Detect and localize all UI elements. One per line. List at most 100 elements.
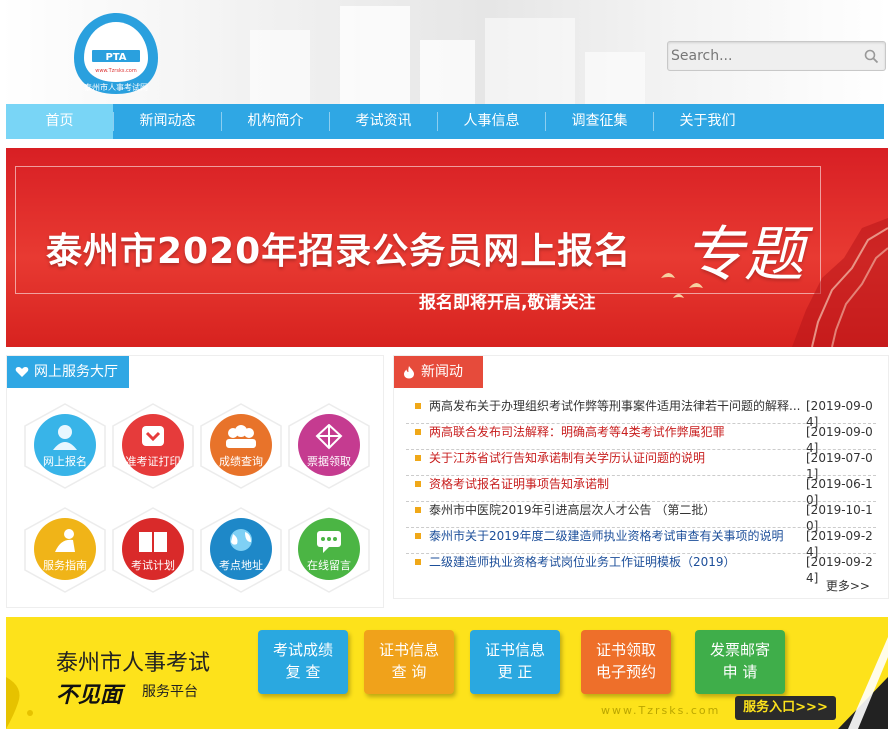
- service-receipt-pickup[interactable]: 票据领取: [287, 398, 371, 494]
- services-heading: 网上服务大厅: [34, 364, 118, 380]
- button-line: 证书信息: [378, 641, 439, 659]
- news-more-link[interactable]: 更多>>: [826, 577, 870, 594]
- news-item[interactable]: 资格考试报名证明事项告知承诺制 [2019-06-10]: [406, 476, 876, 507]
- news-title[interactable]: 关于江苏省试行告知承诺制有关学历认证问题的说明: [429, 450, 803, 466]
- button-line: 电子预约: [595, 663, 656, 681]
- button-line: 查 询: [391, 663, 427, 681]
- news-date: [2019-09-04]: [806, 399, 873, 429]
- services-heading-tab: 网上服务大厅: [7, 356, 129, 388]
- hero-banner[interactable]: 泰州市2020年招录公务员网上报名 专题 报名即将开启,敬请关注: [6, 148, 888, 347]
- service-online-registration[interactable]: 网上报名: [23, 398, 107, 494]
- group-icon: [226, 425, 256, 448]
- nav-item-personnel-info[interactable]: 人事信息: [438, 104, 545, 139]
- search-box: [667, 41, 886, 71]
- nav-item-about-us[interactable]: 关于我们: [654, 104, 761, 139]
- banner-title: 泰州市2020年招录公务员网上报名: [46, 231, 632, 272]
- service-score-query[interactable]: 成绩查询: [199, 398, 283, 494]
- news-title[interactable]: 资格考试报名证明事项告知承诺制: [429, 476, 803, 492]
- service-label: 网上报名: [43, 455, 87, 468]
- service-label: 考试计划: [131, 559, 175, 572]
- button-line: 发票邮寄: [709, 641, 770, 659]
- service-label: 在线留言: [307, 559, 351, 572]
- news-date: [2019-07-01]: [806, 451, 873, 481]
- button-line: 更 正: [497, 663, 533, 681]
- invoice-mail-request-button[interactable]: 发票邮寄 申 请: [695, 630, 785, 694]
- site-logo[interactable]: PTA www.Tzrsks.com 泰州市人事考试网: [70, 10, 162, 98]
- news-item[interactable]: 关于江苏省试行告知承诺制有关学历认证问题的说明 [2019-07-01]: [406, 450, 876, 481]
- news-item[interactable]: 二级建造师执业资格考试岗位业务工作证明模板（2019） [2019-09-24]: [406, 554, 876, 585]
- user-icon: [53, 425, 77, 450]
- button-line: 复 查: [285, 663, 321, 681]
- globe-icon: [230, 529, 252, 551]
- nav-item-about-org[interactable]: 机构简介: [222, 104, 329, 139]
- bullet-icon: [415, 429, 421, 435]
- news-list: 两高发布关于办理组织考试作弊等刑事案件适用法律若干问题的解释... [2019-…: [406, 398, 876, 585]
- service-label: 票据领取: [307, 455, 351, 468]
- heart-icon: [15, 367, 29, 377]
- promo-title: 泰州市人事考试: [56, 651, 211, 676]
- news-item[interactable]: 两高发布关于办理组织考试作弊等刑事案件适用法律若干问题的解释... [2019-…: [406, 398, 876, 429]
- nav-item-home[interactable]: 首页: [6, 104, 113, 139]
- online-services-panel: 网上服务大厅 网上报名 准考证打印 成绩查询 票据领取 服务指南 考试计划 考点…: [6, 355, 384, 608]
- button-line: 证书信息: [484, 641, 545, 659]
- news-date: [2019-06-10]: [806, 477, 873, 507]
- news-item[interactable]: 两高联合发布司法解释：明确高考等4类考试作弊属犯罪 [2019-09-04]: [406, 424, 876, 455]
- background-building: [420, 40, 475, 104]
- bullet-icon: [415, 507, 421, 513]
- service-guide[interactable]: 服务指南: [23, 502, 107, 598]
- nav-item-news[interactable]: 新闻动态: [114, 104, 221, 139]
- logo-name: 泰州市人事考试网: [84, 82, 148, 92]
- service-label: 考点地址: [219, 559, 263, 572]
- news-title[interactable]: 泰州市中医院2019年引进高层次人才公告 （第二批）: [429, 502, 803, 518]
- book-icon: [139, 532, 167, 552]
- service-exam-plan[interactable]: 考试计划: [111, 502, 195, 598]
- news-heading-tab: 新闻动态: [394, 356, 483, 412]
- news-item[interactable]: 泰州市中医院2019年引进高层次人才公告 （第二批） [2019-10-10]: [406, 502, 876, 533]
- corner-decoration: [838, 637, 888, 729]
- chat-bubble-icon: [317, 531, 341, 553]
- logo-url: www.Tzrsks.com: [95, 68, 137, 74]
- background-building: [485, 18, 575, 104]
- promo-subtitle: 服务平台: [142, 684, 198, 700]
- flame-icon: [404, 366, 414, 379]
- network-icon: [315, 424, 343, 450]
- search-input[interactable]: [668, 42, 853, 70]
- bullet-icon: [415, 455, 421, 461]
- certificate-pickup-booking-button[interactable]: 证书领取 电子预约: [581, 630, 671, 694]
- bullet-icon: [415, 559, 421, 565]
- paint-splash-decoration: [6, 677, 33, 729]
- bullet-icon: [415, 403, 421, 409]
- score-review-button[interactable]: 考试成绩 复 查: [258, 630, 348, 694]
- banner-subtitle: 报名即将开启,敬请关注: [419, 293, 596, 313]
- news-title[interactable]: 泰州市关于2019年度二级建造师执业资格考试审查有关事项的说明: [429, 528, 803, 544]
- doves-illustration: [661, 273, 703, 298]
- bullet-icon: [415, 533, 421, 539]
- nav-item-survey[interactable]: 调查征集: [546, 104, 653, 139]
- service-label: 成绩查询: [219, 455, 263, 468]
- news-panel: 新闻动态 两高发布关于办理组织考试作弊等刑事案件适用法律若干问题的解释... […: [393, 355, 889, 599]
- news-date: [2019-10-10]: [806, 503, 873, 533]
- service-label: 服务指南: [43, 559, 87, 572]
- great-wall-illustration: [792, 218, 888, 347]
- logo-text: PTA: [105, 52, 126, 63]
- background-building: [340, 6, 410, 104]
- news-item[interactable]: 泰州市关于2019年度二级建造师执业资格考试审查有关事项的说明 [2019-09…: [406, 528, 876, 559]
- news-title[interactable]: 两高联合发布司法解释：明确高考等4类考试作弊属犯罪: [429, 424, 803, 440]
- news-title[interactable]: 二级建造师执业资格考试岗位业务工作证明模板（2019）: [429, 554, 803, 570]
- promo-emphasis: 不见面: [56, 682, 123, 708]
- promo-url: www.Tzrsks.com: [601, 704, 721, 717]
- service-admission-ticket-print[interactable]: 准考证打印: [111, 398, 195, 494]
- nav-item-exam-info[interactable]: 考试资讯: [330, 104, 437, 139]
- main-nav: 首页 新闻动态 机构简介 考试资讯 人事信息 调查征集 关于我们: [6, 104, 884, 139]
- bullet-icon: [415, 481, 421, 487]
- service-online-message[interactable]: 在线留言: [287, 502, 371, 598]
- certificate-correction-button[interactable]: 证书信息 更 正: [470, 630, 560, 694]
- background-building: [585, 52, 645, 104]
- no-meeting-service-banner: 泰州市人事考试 不见面 服务平台 考试成绩 复 查 证书信息 查 询 证书信息 …: [6, 617, 888, 729]
- news-title[interactable]: 两高发布关于办理组织考试作弊等刑事案件适用法律若干问题的解释...: [429, 398, 803, 414]
- certificate-query-button[interactable]: 证书信息 查 询: [364, 630, 454, 694]
- service-exam-site-address[interactable]: 考点地址: [199, 502, 283, 598]
- person-guide-icon: [55, 529, 75, 552]
- news-date: [2019-09-24]: [806, 529, 873, 559]
- search-icon[interactable]: [864, 49, 879, 64]
